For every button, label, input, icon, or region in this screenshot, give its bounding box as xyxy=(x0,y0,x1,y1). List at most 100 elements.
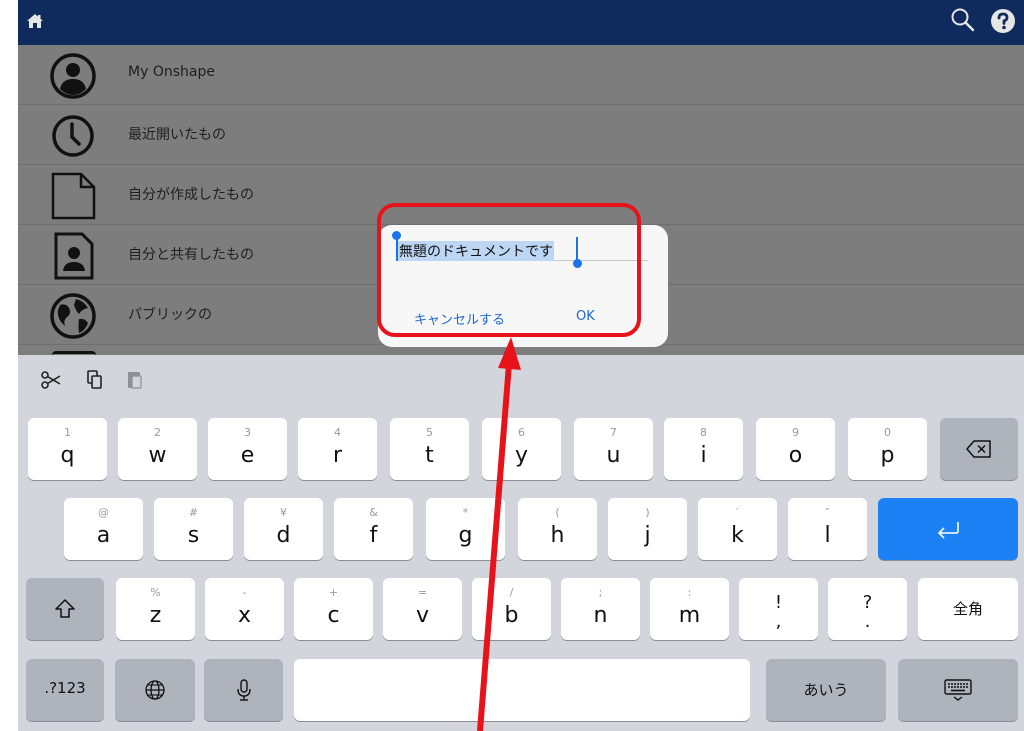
key-g[interactable]: * g xyxy=(426,498,505,560)
key-label: .?123 xyxy=(44,679,86,697)
key-main: x xyxy=(237,603,252,628)
globe-icon xyxy=(145,680,165,700)
key-sub: : xyxy=(687,586,692,599)
key-sub: ( xyxy=(555,506,560,519)
kana-key[interactable]: あいう xyxy=(766,659,886,721)
key-i[interactable]: 8i xyxy=(664,418,743,480)
key-sub: 6 xyxy=(518,426,525,439)
key-main: o xyxy=(788,443,803,468)
key-main: i xyxy=(700,443,707,468)
key-main: k xyxy=(731,523,744,548)
home-icon[interactable] xyxy=(26,12,44,30)
key-main: z xyxy=(149,603,162,628)
paste-icon[interactable] xyxy=(124,369,146,391)
key-sub: 7 xyxy=(610,426,617,439)
nav-item-my-onshape[interactable]: My Onshape xyxy=(18,45,1024,105)
key-j[interactable]: ) j xyxy=(608,498,687,560)
shift-key[interactable] xyxy=(26,578,104,640)
backspace-key[interactable] xyxy=(940,418,1018,480)
nav-item-recent[interactable]: 最近開いたもの xyxy=(18,105,1024,165)
key-top: ? xyxy=(862,592,873,613)
key-a[interactable]: @ a xyxy=(64,498,143,560)
clock-icon xyxy=(52,115,94,157)
key-sub: 0 xyxy=(884,426,891,439)
help-icon[interactable] xyxy=(990,8,1016,34)
key-y[interactable]: 6y xyxy=(482,418,561,480)
key-n[interactable]: ; n xyxy=(561,578,640,640)
onscreen-keyboard: 1q 2w 3e 4r 5t 6y 7u 8i 9o 0p @ a # s ¥ d &… xyxy=(18,355,1024,731)
key-u[interactable]: 7u xyxy=(574,418,653,480)
dismiss-keyboard-key[interactable] xyxy=(898,659,1018,721)
key-main: a xyxy=(96,523,111,548)
top-bar xyxy=(18,0,1024,45)
return-icon xyxy=(937,522,959,539)
return-key[interactable] xyxy=(878,498,1018,560)
key-main: d xyxy=(276,523,291,548)
key-bottom: , xyxy=(775,611,782,632)
globe-key[interactable] xyxy=(115,659,195,721)
key-q[interactable]: 1q xyxy=(28,418,107,480)
numbers-key[interactable]: .?123 xyxy=(26,659,104,721)
dictation-key[interactable] xyxy=(204,659,283,721)
key-main: n xyxy=(593,603,608,628)
key-main: w xyxy=(148,443,167,468)
key-main: u xyxy=(606,443,621,468)
key-main: m xyxy=(678,603,701,628)
key-sub: * xyxy=(462,506,469,519)
copy-icon[interactable] xyxy=(84,369,106,391)
backspace-icon xyxy=(966,440,991,458)
microphone-icon xyxy=(236,679,251,701)
key-s[interactable]: # s xyxy=(154,498,233,560)
key-main: h xyxy=(550,523,565,548)
key-main: r xyxy=(332,443,343,468)
key-exclamation-comma[interactable]: !, xyxy=(739,578,818,640)
keyboard-dismiss-icon xyxy=(944,679,972,701)
search-icon[interactable] xyxy=(950,7,976,33)
app-screen: My Onshape 最近開いたもの 自分が作成したもの 自分と共有したもの パ… xyxy=(18,0,1024,731)
key-k[interactable]: ′ k xyxy=(698,498,777,560)
key-main: f xyxy=(369,523,378,548)
key-t[interactable]: 5t xyxy=(390,418,469,480)
key-sub: 1 xyxy=(64,426,71,439)
user-circle-icon xyxy=(50,53,96,99)
key-f[interactable]: & f xyxy=(334,498,413,560)
key-p[interactable]: 0p xyxy=(848,418,927,480)
zenkaku-key[interactable]: 全角 xyxy=(918,578,1018,640)
key-sub: % xyxy=(150,586,161,599)
key-v[interactable]: = v xyxy=(383,578,462,640)
cut-icon[interactable] xyxy=(40,369,62,391)
key-bottom: . xyxy=(864,611,871,632)
key-sub: ; xyxy=(598,586,603,599)
key-question-period[interactable]: ?. xyxy=(828,578,907,640)
key-o[interactable]: 9o xyxy=(756,418,835,480)
nav-item-label: 最近開いたもの xyxy=(128,127,226,143)
key-d[interactable]: ¥ d xyxy=(244,498,323,560)
document-icon xyxy=(51,172,96,220)
key-sub: ′ xyxy=(736,506,739,519)
key-h[interactable]: (h xyxy=(518,498,597,560)
key-sub: 8 xyxy=(700,426,707,439)
key-sub: 5 xyxy=(426,426,433,439)
key-sub: 2 xyxy=(154,426,161,439)
key-b[interactable]: / b xyxy=(472,578,551,640)
key-m[interactable]: :m xyxy=(650,578,729,640)
key-sub: 3 xyxy=(244,426,251,439)
key-e[interactable]: 3e xyxy=(208,418,287,480)
key-main: l xyxy=(824,523,831,548)
key-main: v xyxy=(415,603,430,628)
key-sub: & xyxy=(369,506,378,519)
key-w[interactable]: 2w xyxy=(118,418,197,480)
key-main: e xyxy=(240,443,255,468)
key-c[interactable]: + c xyxy=(294,578,373,640)
shift-icon xyxy=(55,599,75,618)
key-sub: ″ xyxy=(825,506,830,519)
key-sub: 4 xyxy=(334,426,341,439)
key-l[interactable]: ″ l xyxy=(788,498,867,560)
space-key[interactable] xyxy=(294,659,750,721)
nav-item-label: My Onshape xyxy=(128,64,215,80)
annotation-highlight-box xyxy=(377,203,641,337)
key-main: c xyxy=(327,603,340,628)
key-z[interactable]: % z xyxy=(116,578,195,640)
key-x[interactable]: -x xyxy=(205,578,284,640)
key-r[interactable]: 4r xyxy=(298,418,377,480)
